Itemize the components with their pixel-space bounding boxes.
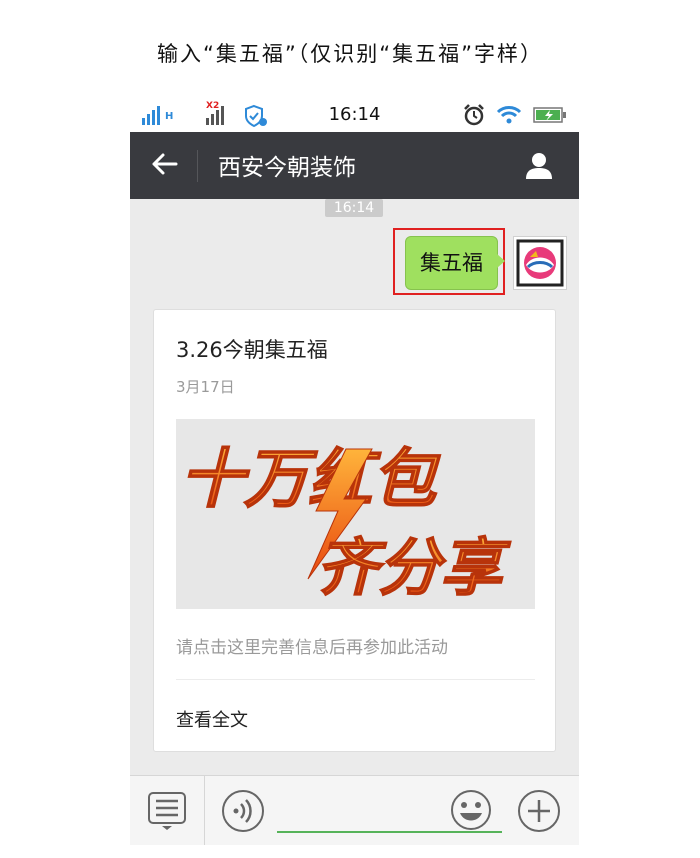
card-image: 十万红包 齐分享: [176, 419, 535, 609]
read-full-text-link[interactable]: 查看全文: [176, 706, 248, 732]
avatar[interactable]: [513, 236, 567, 290]
article-card[interactable]: 3.26今朝集五福 3月17日 十万红包 齐分享 请点击这里完善信息后再参加此活…: [153, 309, 556, 752]
input-bar: [130, 775, 579, 845]
avatar-logo-icon: [516, 239, 564, 287]
user-icon[interactable]: [524, 150, 554, 180]
chat-title: 西安今朝装饰: [218, 155, 356, 181]
alarm-icon: [464, 104, 484, 126]
phone-screen: H X2 16:14 西安今朝装饰 16:14 集五福 3.26今朝集五福 3月…: [130, 97, 579, 845]
promo-line-2: 齐分享: [316, 531, 511, 604]
status-bar: H X2 16:14: [130, 97, 579, 132]
title-divider: [197, 150, 198, 182]
promo-image: 十万红包 齐分享: [179, 442, 512, 605]
menu-icon[interactable]: [146, 790, 188, 832]
message-timestamp: 16:14: [325, 199, 383, 217]
card-divider: [176, 679, 535, 680]
caption-text: 输入“集五福”（仅识别“集五福”字样）: [156, 42, 544, 66]
card-date: 3月17日: [176, 378, 235, 396]
message-input[interactable]: [277, 831, 502, 833]
battery-icon: [533, 107, 566, 123]
promo-line-1: 十万红包: [180, 443, 441, 517]
voice-icon[interactable]: [221, 789, 265, 833]
input-bar-divider: [204, 776, 205, 845]
outgoing-message-bubble[interactable]: 集五福: [405, 236, 498, 290]
card-title: 3.26今朝集五福: [176, 338, 328, 362]
title-bar: 西安今朝装饰: [130, 132, 579, 199]
plus-icon[interactable]: [517, 789, 561, 833]
bubble-tail: [497, 254, 505, 268]
emoji-icon[interactable]: [450, 789, 492, 831]
card-description: 请点击这里完善信息后再参加此活动: [176, 638, 448, 658]
back-arrow-icon[interactable]: [150, 149, 180, 179]
wifi-icon: [496, 106, 522, 124]
